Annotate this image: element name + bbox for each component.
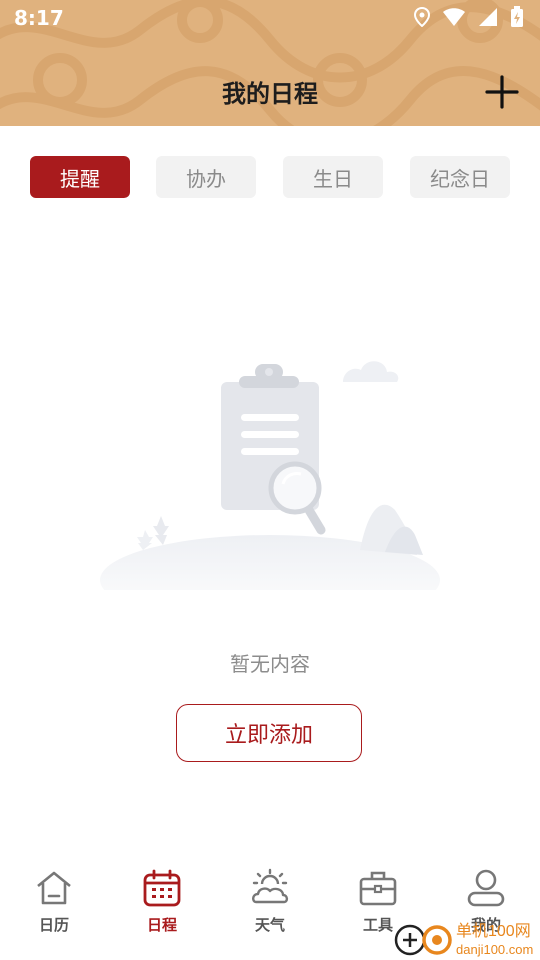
- nav-label-calendar: 日历: [38, 916, 69, 934]
- empty-clipboard-illustration: [100, 361, 440, 590]
- tab-anniversary[interactable]: 纪念日: [410, 156, 510, 198]
- tab-assist[interactable]: 协办: [156, 156, 256, 198]
- nav-label-weather: 天气: [254, 916, 285, 934]
- status-time: 8:17: [14, 6, 64, 30]
- nav-label-tools: 工具: [362, 916, 393, 934]
- nav-item-calendar[interactable]: 日历: [0, 868, 108, 948]
- home-icon: [37, 871, 71, 905]
- status-bar: 8:17: [0, 0, 540, 36]
- watermark-site-url: danji100.com: [456, 942, 533, 957]
- wifi-icon: [443, 8, 465, 26]
- tab-reminder[interactable]: 提醒: [30, 156, 130, 198]
- category-tabs: 提醒 协办 生日 纪念日: [30, 156, 510, 198]
- signal-icon: [479, 8, 497, 26]
- watermark-site-name: 单机100网: [456, 922, 531, 940]
- user-icon: [467, 869, 505, 907]
- site-watermark: 单机100网 danji100.com: [394, 922, 533, 957]
- calendar-icon: [143, 869, 181, 907]
- status-icons: [414, 6, 524, 28]
- nav-item-weather[interactable]: 天气: [216, 868, 324, 948]
- battery-icon: [511, 6, 523, 27]
- header: 8:17 我的日程: [0, 0, 540, 126]
- add-icon[interactable]: [484, 74, 520, 110]
- weather-icon: [252, 868, 289, 904]
- page-title: 我的日程: [222, 80, 318, 108]
- nav-label-schedule: 日程: [146, 916, 177, 934]
- toolbox-icon: [359, 871, 397, 906]
- empty-message: 暂无内容: [230, 652, 310, 676]
- nav-item-schedule[interactable]: 日程: [108, 868, 216, 948]
- add-now-button[interactable]: 立即添加: [176, 704, 362, 762]
- location-icon: [414, 7, 430, 27]
- tab-birthday[interactable]: 生日: [283, 156, 383, 198]
